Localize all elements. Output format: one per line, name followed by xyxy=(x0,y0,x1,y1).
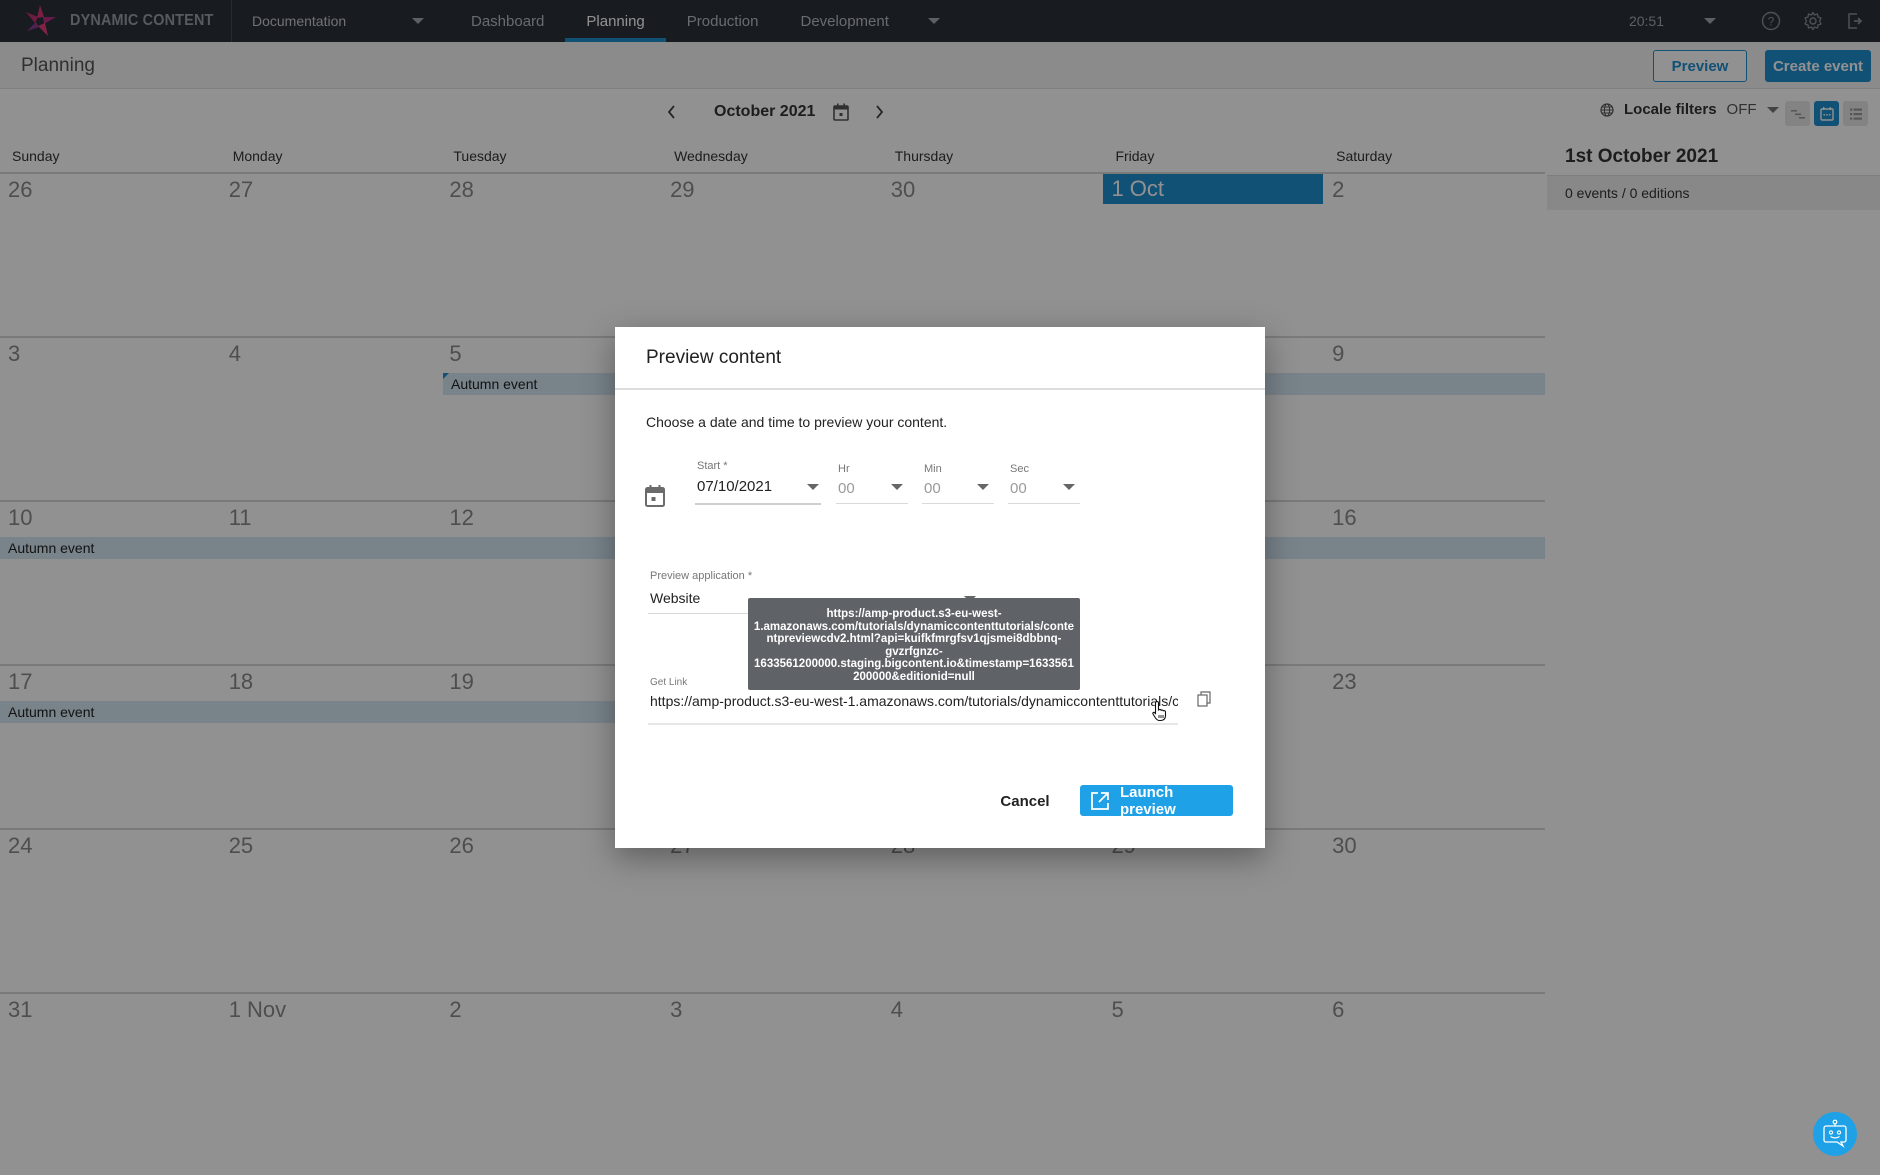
get-link-label: Get Link xyxy=(650,677,688,688)
chevron-down-icon xyxy=(807,484,819,490)
get-link-value[interactable]: https://amp-product.s3-eu-west-1.amazona… xyxy=(650,693,1178,709)
hand-cursor-icon xyxy=(1152,700,1167,722)
copy-icon xyxy=(1197,691,1211,707)
second-value: 00 xyxy=(1010,480,1027,497)
tooltip-line: 200000&editionid=null xyxy=(853,670,975,683)
launch-preview-label: Launch preview xyxy=(1119,783,1176,818)
tooltip-line: https://amp-product.s3-eu-west- xyxy=(826,608,1002,620)
minute-label: Min xyxy=(924,463,942,475)
copy-link-button[interactable] xyxy=(1197,691,1211,712)
chatbot-button[interactable] xyxy=(1813,1112,1857,1156)
start-date-field[interactable]: Start * 07/10/2021 xyxy=(695,460,821,505)
tooltip-line: 1633561200000.staging.bigcontent.io&time… xyxy=(754,658,1074,671)
launch-preview-button[interactable]: Launch preview xyxy=(1080,783,1233,818)
tooltip-line: gvzrfgnzc- xyxy=(885,645,943,658)
field-underline xyxy=(695,503,821,505)
calendar-icon xyxy=(645,485,665,507)
second-label: Sec xyxy=(1010,463,1029,475)
hour-select[interactable]: Hr 00 xyxy=(836,463,908,505)
second-select[interactable]: Sec 00 xyxy=(1008,463,1080,505)
external-link-icon xyxy=(1091,791,1109,810)
link-tooltip: https://amp-product.s3-eu-west- 1.amazon… xyxy=(748,598,1080,690)
field-underline xyxy=(648,723,1178,725)
field-underline xyxy=(1008,503,1080,504)
field-underline xyxy=(922,503,994,504)
preview-application-value: Website xyxy=(650,590,701,606)
preview-content-dialog: Preview content Choose a date and time t… xyxy=(615,327,1265,848)
dialog-title: Preview content xyxy=(646,346,782,368)
date-picker-button[interactable] xyxy=(644,484,666,513)
minute-select[interactable]: Min 00 xyxy=(922,463,994,505)
field-underline xyxy=(836,503,908,504)
chevron-down-icon xyxy=(977,484,989,490)
cancel-button[interactable]: Cancel xyxy=(995,787,1055,815)
tooltip-line: 1.amazonaws.com/tutorials/dynamiccontent… xyxy=(753,620,1075,633)
chevron-down-icon xyxy=(891,484,903,490)
dialog-header: Preview content xyxy=(615,327,1265,390)
dialog-description: Choose a date and time to preview your c… xyxy=(646,414,948,430)
chevron-down-icon xyxy=(1063,484,1075,490)
preview-application-label: Preview application * xyxy=(650,570,753,582)
hour-label: Hr xyxy=(838,463,850,475)
start-date-label: Start * xyxy=(697,460,728,472)
minute-value: 00 xyxy=(924,480,941,497)
robot-icon xyxy=(1823,1119,1847,1148)
hour-value: 00 xyxy=(838,480,855,497)
start-date-value: 07/10/2021 xyxy=(697,478,773,495)
tooltip-line: ntpreviewcdv2.html?api=kuifkfmrgfsv1qjsm… xyxy=(766,633,1062,646)
